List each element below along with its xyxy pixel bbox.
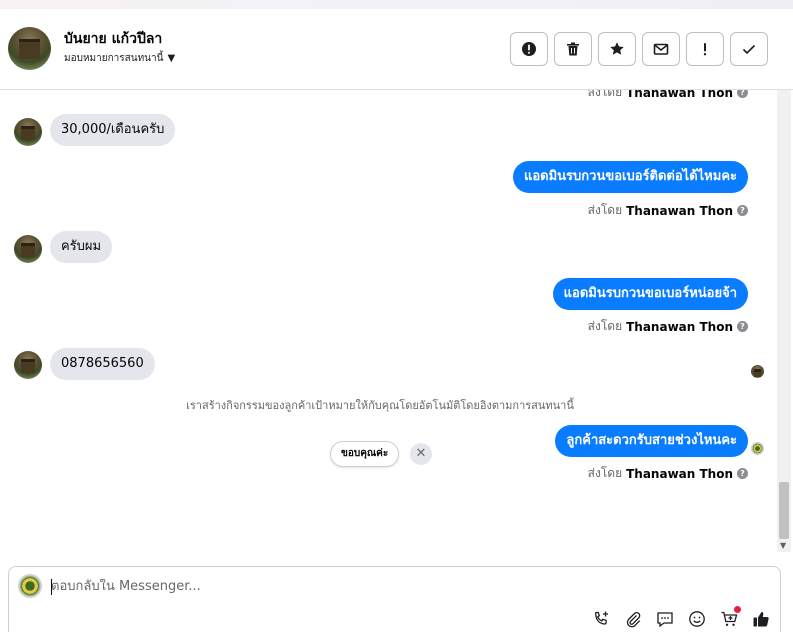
star-button[interactable] [598, 32, 636, 66]
sent-by-prefix: ส่งโดย [587, 203, 623, 217]
help-icon[interactable]: ? [737, 468, 748, 479]
seen-avatar [751, 365, 764, 378]
sent-by-prefix: ส่งโดย [587, 466, 623, 480]
paperclip-icon[interactable] [623, 609, 643, 629]
thumbs-up-icon[interactable] [751, 609, 771, 629]
top-strip [0, 0, 793, 9]
mark-done-button[interactable] [730, 32, 768, 66]
follow-up-button[interactable] [686, 32, 724, 66]
message-outgoing[interactable]: แอดมินรบกวนขอเบอร์หน่อยจ้า [552, 278, 748, 310]
spam-button[interactable] [510, 32, 548, 66]
message-outgoing[interactable]: แอดมินรบกวนขอเบอร์ติดต่อได้ไหมคะ [512, 161, 748, 193]
help-icon[interactable]: ? [737, 205, 748, 216]
page-logo-icon [751, 442, 764, 455]
reply-composer [8, 566, 781, 632]
sent-by-line: ส่งโดย Thanawan Thon ? [588, 464, 748, 483]
reply-input[interactable] [51, 579, 551, 594]
contact-avatar-small [14, 235, 42, 263]
agent-name: Thanawan Thon [626, 466, 733, 481]
caret-down-icon: ▼ [167, 53, 176, 64]
contact-avatar-small [14, 351, 42, 379]
exclamation-icon [703, 43, 707, 56]
close-icon[interactable]: ✕ [410, 443, 432, 465]
assign-label: มอบหมายการสนทนานี้ [64, 53, 164, 64]
scroll-down-arrow-icon[interactable]: ▼ [780, 541, 786, 550]
phone-plus-icon[interactable] [591, 609, 611, 629]
message-incoming[interactable]: 0878656560 [50, 348, 155, 380]
sent-by-prefix: ส่งโดย [587, 90, 623, 99]
star-icon [610, 42, 624, 55]
message-incoming[interactable]: 30,000/เดือนครับ [50, 114, 176, 146]
help-icon[interactable]: ? [737, 321, 748, 332]
message-outgoing[interactable]: ลูกค้าสะดวกรับสายช่วงไหนคะ [555, 425, 748, 457]
composer-toolbar [591, 606, 771, 629]
help-icon[interactable]: ? [737, 90, 748, 98]
check-icon [742, 44, 756, 55]
contact-name[interactable]: บันยาย แก้วปีลา [64, 28, 162, 50]
page-logo-icon [18, 574, 42, 598]
quick-reply-chip[interactable]: ขอบคุณค่ะ [330, 441, 400, 467]
alert-circle-icon [522, 42, 536, 56]
notification-dot [734, 606, 741, 613]
agent-name: Thanawan Thon [626, 203, 733, 218]
header-actions [510, 32, 768, 66]
sent-by-line: ส่งโดย Thanawan Thon ? [588, 201, 748, 220]
scrollbar-thumb[interactable] [779, 482, 789, 539]
sent-by-prefix: ส่งโดย [587, 319, 623, 333]
delete-button[interactable] [554, 32, 592, 66]
message-thread: ส่งโดย Thanawan Thon ? 30,000/เดือนครับ … [0, 90, 778, 550]
saved-reply-icon[interactable] [655, 609, 675, 629]
contact-avatar-small [14, 118, 42, 146]
envelope-icon [653, 43, 669, 55]
emoji-icon[interactable] [687, 609, 707, 629]
contact-avatar[interactable] [8, 27, 51, 70]
cart-icon[interactable] [719, 606, 741, 629]
mark-unread-button[interactable] [642, 32, 680, 66]
trash-icon [567, 42, 579, 56]
conversation-header: บันยาย แก้วปีลา มอบหมายการสนทนานี้ ▼ [0, 9, 793, 90]
agent-name: Thanawan Thon [626, 90, 733, 100]
agent-name: Thanawan Thon [626, 319, 733, 334]
sent-by-line: ส่งโดย Thanawan Thon ? [588, 90, 748, 102]
message-incoming[interactable]: ครับผม [50, 231, 113, 263]
sent-by-line: ส่งโดย Thanawan Thon ? [588, 317, 748, 336]
assign-dropdown[interactable]: มอบหมายการสนทนานี้ ▼ [64, 51, 175, 66]
system-note: เราสร้างกิจกรรมของลูกค้าเป้าหมายให้กับคุ… [186, 399, 574, 412]
